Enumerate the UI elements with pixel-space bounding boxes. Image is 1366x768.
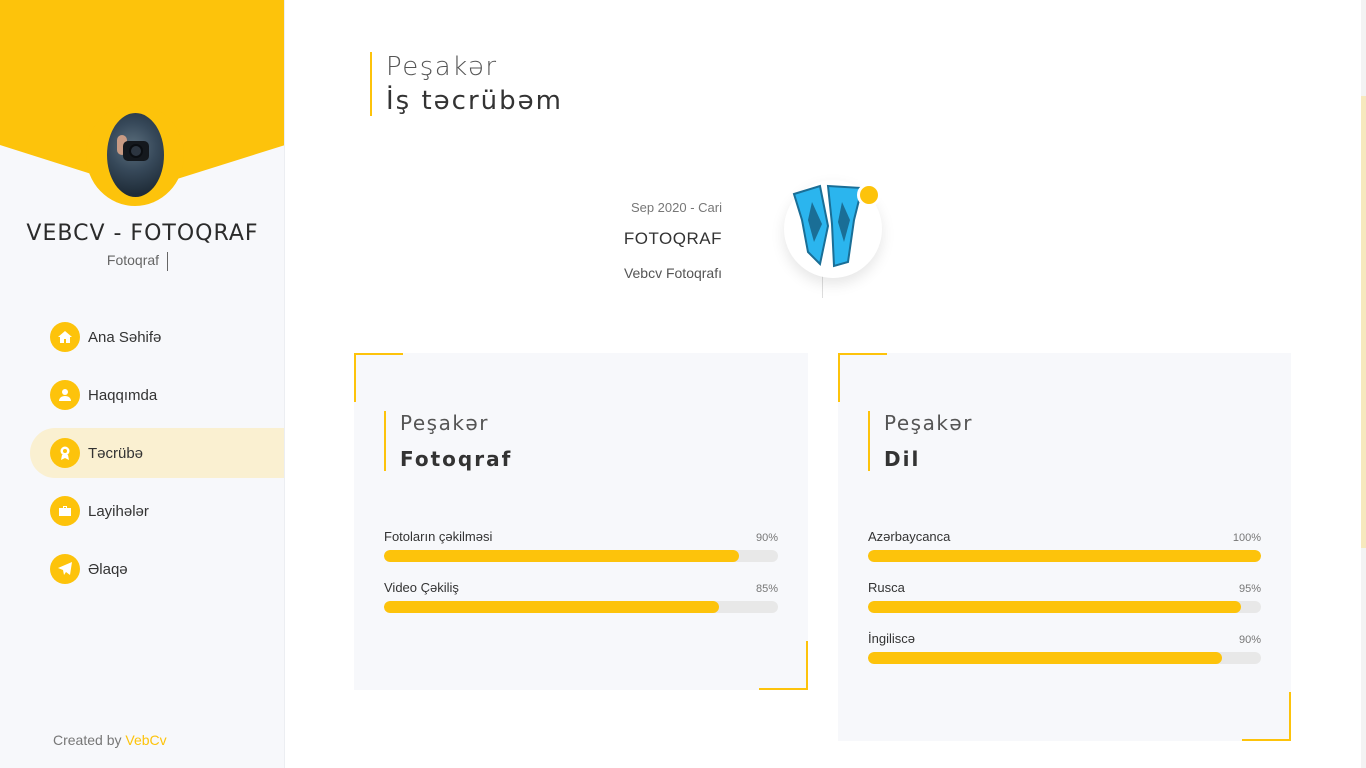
section-heading-top: Peşakər (386, 52, 498, 82)
skill-percent: 90% (755, 532, 778, 544)
nav-item-projects[interactable]: Layihələr (30, 486, 284, 536)
camera-lens-icon (129, 144, 143, 158)
skill-percent: 90% (1238, 634, 1261, 646)
timeline-company: Vebcv Fotoqrafı (623, 265, 722, 281)
card-heading-top: Peşakər (884, 411, 973, 435)
skill-name: Fotoların çəkilməsi (384, 529, 493, 544)
nav-label-contact: Əlaqə (88, 560, 128, 578)
timeline-role: FOTOQRAF (623, 229, 722, 248)
timeline-date: Sep 2020 - Cari (630, 200, 722, 215)
card-heading-main: Fotoqraf (400, 447, 513, 471)
scrollbar-thumb[interactable] (1361, 96, 1366, 548)
skill-bar (384, 550, 778, 562)
skill-bar (868, 652, 1261, 664)
site-subtitle: Fotoqraf (0, 252, 275, 271)
card-heading-top: Peşakər (400, 411, 489, 435)
card-heading: Peşakər Dil (868, 411, 973, 471)
site-title: VEBCV - FOTOQRAF (26, 221, 259, 246)
footer-brand-link[interactable]: VebCv (125, 732, 166, 748)
skill-item: Azərbaycanca 100% (868, 529, 1261, 562)
footer-prefix: Created by (53, 732, 126, 748)
nav-label-projects: Layihələr (88, 502, 149, 520)
skill-name: Rusca (868, 580, 905, 595)
sidebar-nav: Ana Səhifə Haqqımda Təcrübə Layihələr Əl… (30, 312, 284, 602)
skill-bar-fill (384, 550, 739, 562)
nav-item-experience[interactable]: Təcrübə (30, 428, 284, 478)
skill-bar-fill (868, 601, 1242, 613)
footer-credit: Created by VebCv (53, 732, 167, 748)
skill-name: İngiliscə (868, 631, 915, 646)
card-heading: Peşakər Fotoqraf (384, 411, 512, 471)
skill-item: İngiliscə 90% (868, 631, 1261, 664)
skill-name: Video Çəkiliş (384, 580, 459, 595)
card-heading-main: Dil (884, 447, 921, 471)
nav-label-experience: Təcrübə (88, 444, 144, 462)
skill-percent: 85% (755, 583, 778, 595)
card-corner-top-left (354, 353, 403, 402)
avatar (107, 113, 164, 197)
nav-item-about[interactable]: Haqqımda (30, 370, 284, 420)
section-heading-main: İş təcrübəm (386, 86, 563, 116)
skill-bar (868, 601, 1261, 613)
briefcase-icon (50, 496, 80, 526)
skill-percent: 100% (1232, 532, 1261, 544)
skill-item: Video Çəkiliş 85% (384, 580, 778, 613)
skill-percent: 95% (1238, 583, 1261, 595)
timeline-dot (857, 183, 881, 207)
skills-card-languages: Peşakər Dil Azərbaycanca 100% Rusca 95% … (838, 353, 1291, 741)
nav-label-about: Haqqımda (88, 386, 158, 404)
skill-bar (868, 550, 1261, 562)
user-icon (50, 380, 80, 410)
nav-item-home[interactable]: Ana Səhifə (30, 312, 284, 362)
nav-item-contact[interactable]: Əlaqə (30, 544, 284, 594)
card-corner-bottom-right (1242, 692, 1291, 741)
skill-item: Fotoların çəkilməsi 90% (384, 529, 778, 562)
paper-plane-icon (50, 554, 80, 584)
typing-caret (167, 252, 169, 271)
skill-bar-fill (384, 601, 719, 613)
skill-bar-fill (868, 652, 1222, 664)
site-subtitle-text: Fotoqraf (106, 252, 160, 269)
sidebar: VEBCV - FOTOQRAF Fotoqraf Ana Səhifə Haq… (0, 0, 285, 768)
skill-name: Azərbaycanca (868, 529, 951, 544)
skill-bar-fill (868, 550, 1261, 562)
card-corner-top-left (838, 353, 887, 402)
award-icon (50, 438, 80, 468)
timeline-entry: Sep 2020 - Cari FOTOQRAF Vebcv Fotoqrafı (560, 200, 722, 281)
skill-item: Rusca 95% (868, 580, 1261, 613)
skills-card-photographer: Peşakər Fotoqraf Fotoların çəkilməsi 90%… (354, 353, 808, 690)
nav-label-home: Ana Səhifə (88, 328, 162, 346)
skill-bar (384, 601, 778, 613)
home-icon (50, 322, 80, 352)
section-heading: Peşakər İş təcrübəm (370, 52, 563, 116)
card-corner-bottom-right (759, 641, 808, 690)
